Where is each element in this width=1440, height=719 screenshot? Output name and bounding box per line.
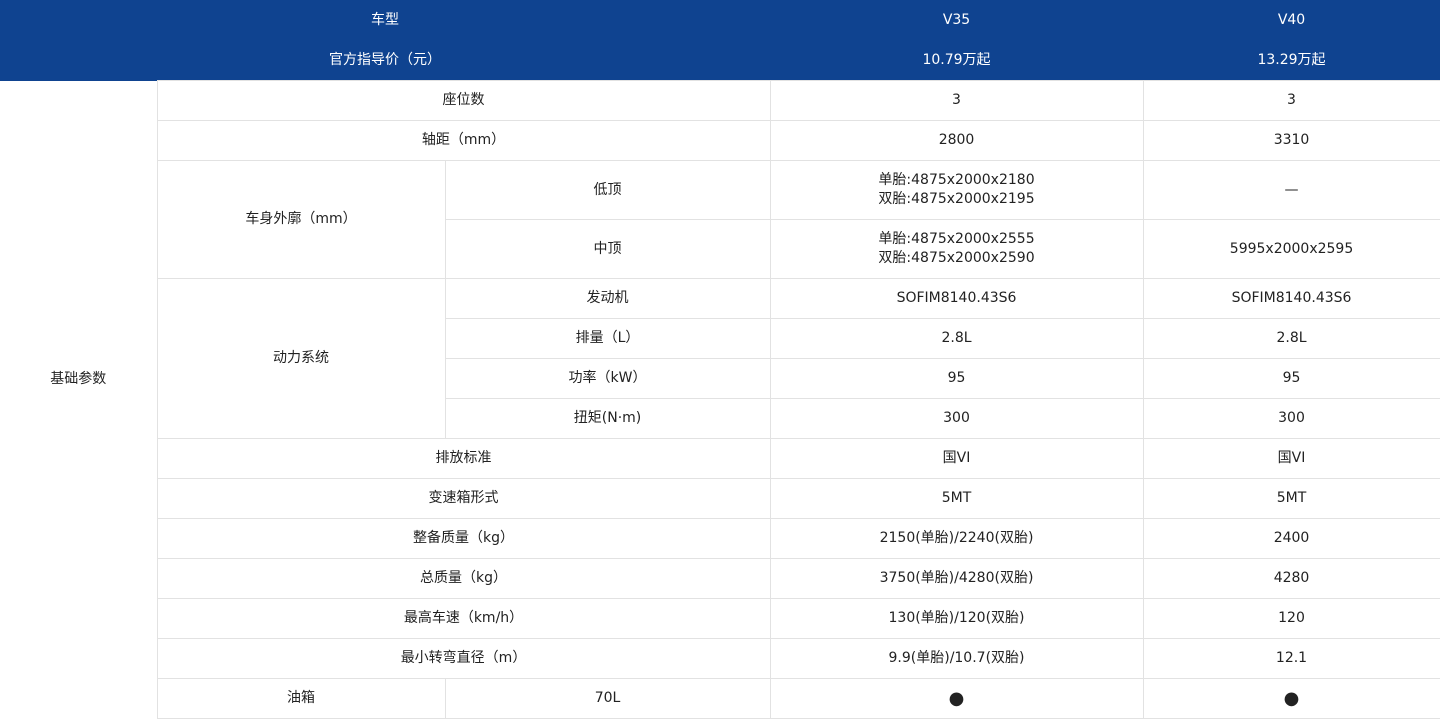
sub-label: 发动机 — [444, 278, 771, 319]
cell-v35: 300 — [769, 398, 1144, 439]
row-label: 最高车速（km/h） — [156, 598, 771, 639]
model-header-label: 车型 — [0, 0, 771, 40]
cell-v40: 120 — [1142, 598, 1440, 639]
cell-v35: 95 — [769, 358, 1144, 399]
cell-v35: 9.9(单胎)/10.7(双胎) — [769, 638, 1144, 679]
row-label: 座位数 — [156, 80, 771, 121]
row-label: 最小转弯直径（m） — [156, 638, 771, 679]
cell-v35: 国VI — [769, 438, 1144, 479]
cell-v40: 300 — [1142, 398, 1440, 439]
price-v40: 13.29万起 — [1143, 40, 1440, 81]
cell-line: 单胎:4875x2000x2555 — [878, 231, 1035, 247]
cell-v40: — — [1142, 160, 1440, 220]
sub-label: 70L — [444, 678, 771, 719]
cell-v35: 单胎:4875x2000x2555 双胎:4875x2000x2590 — [769, 219, 1144, 279]
group-label: 动力系统 — [156, 278, 446, 439]
sub-label: 功率（kW） — [444, 358, 771, 399]
sub-label: 低顶 — [444, 160, 771, 220]
table-row: 油箱 70L ● ● — [0, 678, 1440, 719]
table-row: 变速箱形式 5MT 5MT — [0, 478, 1440, 519]
table-row: 排放标准 国VI 国VI — [0, 438, 1440, 479]
table-row: 基础参数 座位数 3 3 — [0, 80, 1440, 679]
cell-v40: 2.8L — [1142, 318, 1440, 359]
cell-v40: ● — [1142, 678, 1440, 719]
cell-v35: 130(单胎)/120(双胎) — [769, 598, 1144, 639]
row-label: 变速箱形式 — [156, 478, 771, 519]
table-row: 总质量（kg） 3750(单胎)/4280(双胎) 4280 — [0, 558, 1440, 599]
sub-label: 排量（L） — [444, 318, 771, 359]
cell-v35: ● — [769, 678, 1144, 719]
sub-label: 中顶 — [444, 219, 771, 279]
cell-v40: 95 — [1142, 358, 1440, 399]
table-row: 轴距（mm） 2800 3310 — [0, 120, 1440, 161]
row-label: 排放标准 — [156, 438, 771, 479]
cell-v35: 2800 — [769, 120, 1144, 161]
section-label: 基础参数 — [0, 80, 158, 679]
row-label: 总质量（kg） — [156, 558, 771, 599]
price-v35: 10.79万起 — [770, 40, 1144, 81]
header-row-price: 官方指导价（元） 10.79万起 13.29万起 — [0, 40, 1440, 81]
cell-v35: 单胎:4875x2000x2180 双胎:4875x2000x2195 — [769, 160, 1144, 220]
cell-v40: 12.1 — [1142, 638, 1440, 679]
model-v40: V40 — [1143, 0, 1440, 40]
cell-v35: 5MT — [769, 478, 1144, 519]
cell-v40: 国VI — [1142, 438, 1440, 479]
cell-v35: 3 — [769, 80, 1144, 121]
cell-v40: 4280 — [1142, 558, 1440, 599]
table-row: 最高车速（km/h） 130(单胎)/120(双胎) 120 — [0, 598, 1440, 639]
group-label: 车身外廓（mm） — [156, 160, 446, 279]
table-row: 车身外廓（mm） 低顶 单胎:4875x2000x2180 双胎:4875x20… — [0, 160, 1440, 279]
model-v35: V35 — [770, 0, 1144, 40]
fuel-blank-cell — [0, 678, 158, 719]
cell-v35: 2150(单胎)/2240(双胎) — [769, 518, 1144, 559]
cell-v35: SOFIM8140.43S6 — [769, 278, 1144, 319]
spec-table: 车型 V35 V40 官方指导价（元） 10.79万起 13.29万起 基础参数… — [0, 0, 1440, 719]
header-row-model: 车型 V35 V40 — [0, 0, 1440, 40]
cell-line: 双胎:4875x2000x2195 — [878, 191, 1035, 207]
table-row: 整备质量（kg） 2150(单胎)/2240(双胎) 2400 — [0, 518, 1440, 559]
cell-v40: 3 — [1142, 80, 1440, 121]
sub-label: 扭矩(N·m) — [444, 398, 771, 439]
row-label: 轴距（mm） — [156, 120, 771, 161]
row-label: 油箱 — [156, 678, 446, 719]
cell-v40: 3310 — [1142, 120, 1440, 161]
cell-line: 单胎:4875x2000x2180 — [878, 172, 1035, 188]
cell-line: 双胎:4875x2000x2590 — [878, 250, 1035, 266]
cell-v35: 2.8L — [769, 318, 1144, 359]
price-header-label: 官方指导价（元） — [0, 40, 771, 81]
row-label: 整备质量（kg） — [156, 518, 771, 559]
cell-v40: 5MT — [1142, 478, 1440, 519]
cell-v40: SOFIM8140.43S6 — [1142, 278, 1440, 319]
cell-v40: 5995x2000x2595 — [1142, 219, 1440, 279]
table-row: 动力系统 发动机 SOFIM8140.43S6 SOFIM8140.43S6 — [0, 278, 1440, 439]
table-row: 最小转弯直径（m） 9.9(单胎)/10.7(双胎) 12.1 — [0, 638, 1440, 679]
cell-v40: 2400 — [1142, 518, 1440, 559]
cell-v35: 3750(单胎)/4280(双胎) — [769, 558, 1144, 599]
